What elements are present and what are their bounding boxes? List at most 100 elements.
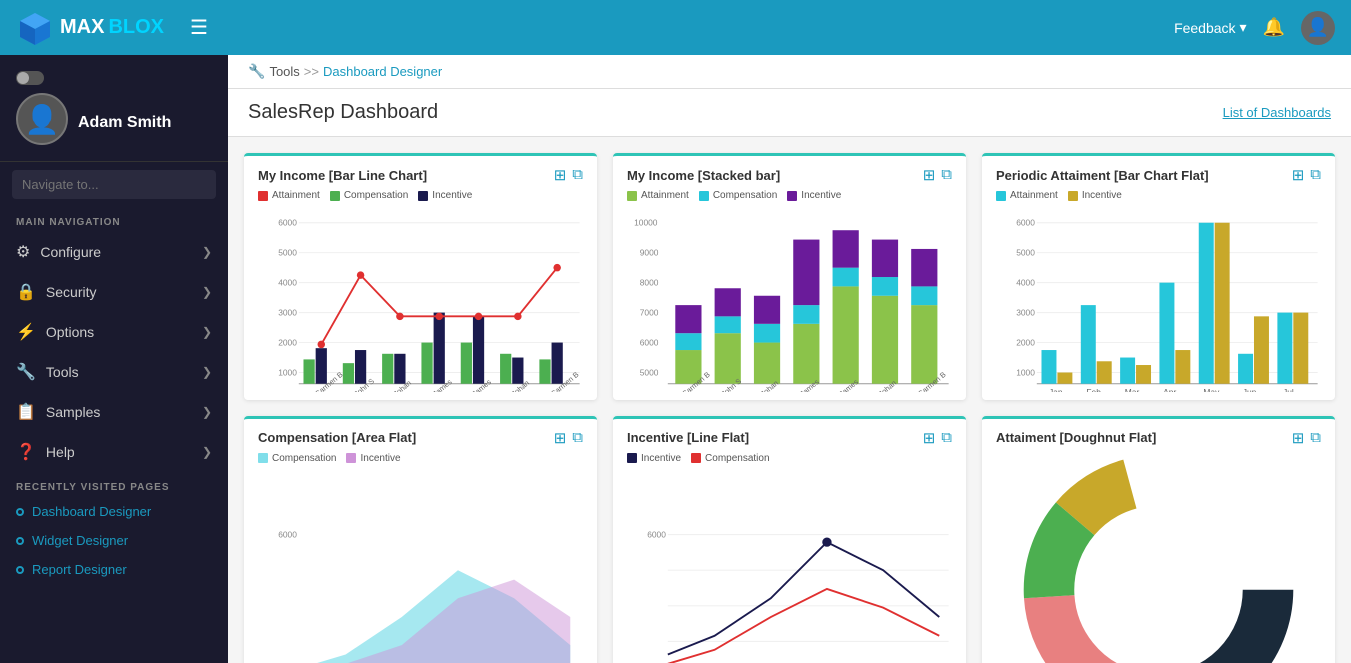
chart-card-area-flat: Compensation [Area Flat] ⊞ ⧉ Compensatio…: [244, 416, 597, 663]
chart-header-6: Attaiment [Doughnut Flat] ⊞ ⧉: [982, 419, 1335, 451]
legend-dot-8: [1068, 191, 1078, 201]
legend-label-11: Incentive: [641, 453, 681, 464]
expand-icon-6[interactable]: ⊞: [1292, 429, 1305, 447]
content-area: 🔧 Tools >> Dashboard Designer SalesRep D…: [228, 55, 1351, 663]
svg-text:3000: 3000: [278, 307, 297, 317]
svg-text:7000: 7000: [640, 307, 659, 317]
line-flat-svg: 6000: [621, 472, 958, 663]
legend-incentive-5: Incentive: [627, 453, 681, 464]
chart-actions-4: ⊞ ⧉: [554, 429, 583, 447]
breadcrumb-current[interactable]: Dashboard Designer: [323, 64, 442, 79]
legend-label-10: Incentive: [360, 453, 400, 464]
hamburger-icon[interactable]: ☰: [190, 15, 208, 40]
expand-icon-1[interactable]: ⊞: [554, 166, 567, 184]
breadcrumb: 🔧 Tools >> Dashboard Designer: [228, 55, 1351, 89]
dot-icon-3: [16, 566, 24, 574]
security-icon: 🔒: [16, 282, 36, 302]
svg-text:2000: 2000: [1016, 337, 1035, 347]
svg-text:6000: 6000: [1016, 218, 1035, 228]
legend-label-1: Attainment: [272, 190, 320, 201]
legend-incentive-4: Incentive: [346, 453, 400, 464]
chart-card-doughnut: Attaiment [Doughnut Flat] ⊞ ⧉: [982, 416, 1335, 663]
chevron-right-icon-4: ❯: [202, 365, 212, 379]
expand-icon-5[interactable]: ⊞: [923, 429, 936, 447]
legend-label-5: Compensation: [713, 190, 777, 201]
recent-item-label: Dashboard Designer: [32, 504, 151, 519]
fullscreen-icon-2[interactable]: ⧉: [941, 166, 952, 184]
svg-text:6000: 6000: [647, 529, 666, 539]
svg-text:4000: 4000: [1016, 277, 1035, 287]
user-avatar-nav[interactable]: 👤: [1301, 11, 1335, 45]
dot-icon-2: [16, 537, 24, 545]
recent-item-widget-designer[interactable]: Widget Designer: [0, 526, 228, 555]
recent-item-dashboard-designer[interactable]: Dashboard Designer: [0, 497, 228, 526]
sidebar-item-samples-left: 📋 Samples: [16, 402, 100, 422]
sidebar-item-help[interactable]: ❓ Help ❯: [0, 432, 228, 472]
legend-dot-1: [258, 191, 268, 201]
legend-label-3: Incentive: [432, 190, 472, 201]
bar-flat-svg: 6000 5000 4000 3000 2000 1000: [990, 209, 1327, 392]
fullscreen-icon-6[interactable]: ⧉: [1310, 429, 1321, 447]
legend-dot-11: [627, 453, 637, 463]
avatar: 👤: [16, 93, 68, 145]
svg-text:10000: 10000: [634, 218, 658, 228]
sidebar-item-help-left: ❓ Help: [16, 442, 75, 462]
feedback-button[interactable]: Feedback ▾: [1174, 19, 1247, 36]
expand-icon-3[interactable]: ⊞: [1292, 166, 1305, 184]
sidebar-item-configure[interactable]: ⚙ Configure ❯: [0, 232, 228, 272]
logo-icon: [16, 9, 54, 47]
svg-text:5000: 5000: [1016, 247, 1035, 257]
chart-body-3: 6000 5000 4000 3000 2000 1000: [982, 205, 1335, 400]
toggle-knob: [17, 72, 29, 84]
chart-title-1: My Income [Bar Line Chart]: [258, 168, 427, 183]
fullscreen-icon-1[interactable]: ⧉: [572, 166, 583, 184]
chevron-right-icon-2: ❯: [202, 285, 212, 299]
recent-item-report-designer[interactable]: Report Designer: [0, 555, 228, 584]
logo-brand: MAX BLOX: [60, 16, 164, 39]
recent-item-label-2: Widget Designer: [32, 533, 128, 548]
svg-text:Apr: Apr: [1163, 387, 1176, 392]
chart-body-5: 6000: [613, 468, 966, 663]
chevron-right-icon-5: ❯: [202, 405, 212, 419]
expand-icon-4[interactable]: ⊞: [554, 429, 567, 447]
legend-5: Incentive Compensation: [613, 451, 966, 468]
legend-compensation-5: Compensation: [691, 453, 769, 464]
expand-icon-2[interactable]: ⊞: [923, 166, 936, 184]
chart-card-bar-line: My Income [Bar Line Chart] ⊞ ⧉ Attainmen…: [244, 153, 597, 400]
search-input[interactable]: [12, 170, 216, 199]
legend-label-8: Incentive: [1082, 190, 1122, 201]
sidebar-user-section: 👤 Adam Smith: [0, 55, 228, 162]
list-of-dashboards-link[interactable]: List of Dashboards: [1223, 105, 1331, 120]
svg-text:May: May: [1203, 387, 1220, 392]
samples-icon: 📋: [16, 402, 36, 422]
chart-actions-3: ⊞ ⧉: [1292, 166, 1321, 184]
fullscreen-icon-4[interactable]: ⧉: [572, 429, 583, 447]
sidebar-item-options-label: Options: [46, 324, 94, 340]
svg-text:Mar: Mar: [1125, 387, 1140, 392]
legend-4: Compensation Incentive: [244, 451, 597, 468]
sidebar-item-security[interactable]: 🔒 Security ❯: [0, 272, 228, 312]
logo: MAX BLOX: [16, 9, 164, 47]
svg-text:5000: 5000: [640, 367, 659, 377]
sidebar-item-samples[interactable]: 📋 Samples ❯: [0, 392, 228, 432]
svg-text:1000: 1000: [278, 367, 297, 377]
fullscreen-icon-5[interactable]: ⧉: [941, 429, 952, 447]
fullscreen-icon-3[interactable]: ⧉: [1310, 166, 1321, 184]
chart-card-stacked-bar: My Income [Stacked bar] ⊞ ⧉ Attainment C…: [613, 153, 966, 400]
svg-text:2000: 2000: [278, 337, 297, 347]
chevron-right-icon-3: ❯: [202, 325, 212, 339]
main-layout: 👤 Adam Smith MAIN NAVIGATION ⚙ Configure…: [0, 55, 1351, 663]
notification-bell-icon[interactable]: 🔔: [1263, 17, 1285, 38]
navbar-right: Feedback ▾ 🔔 👤: [1174, 11, 1335, 45]
doughnut-svg: [990, 455, 1327, 663]
chart-header-2: My Income [Stacked bar] ⊞ ⧉: [613, 156, 966, 188]
sidebar-item-security-label: Security: [46, 284, 97, 300]
sidebar-item-tools[interactable]: 🔧 Tools ❯: [0, 352, 228, 392]
chart-body-4: 6000: [244, 468, 597, 663]
toggle-switch[interactable]: [16, 71, 44, 85]
sidebar-item-options[interactable]: ⚡ Options ❯: [0, 312, 228, 352]
legend-dot-7: [996, 191, 1006, 201]
page-header: SalesRep Dashboard List of Dashboards: [228, 89, 1351, 137]
breadcrumb-tools[interactable]: Tools: [269, 64, 299, 79]
legend-compensation-2: Compensation: [699, 190, 777, 201]
